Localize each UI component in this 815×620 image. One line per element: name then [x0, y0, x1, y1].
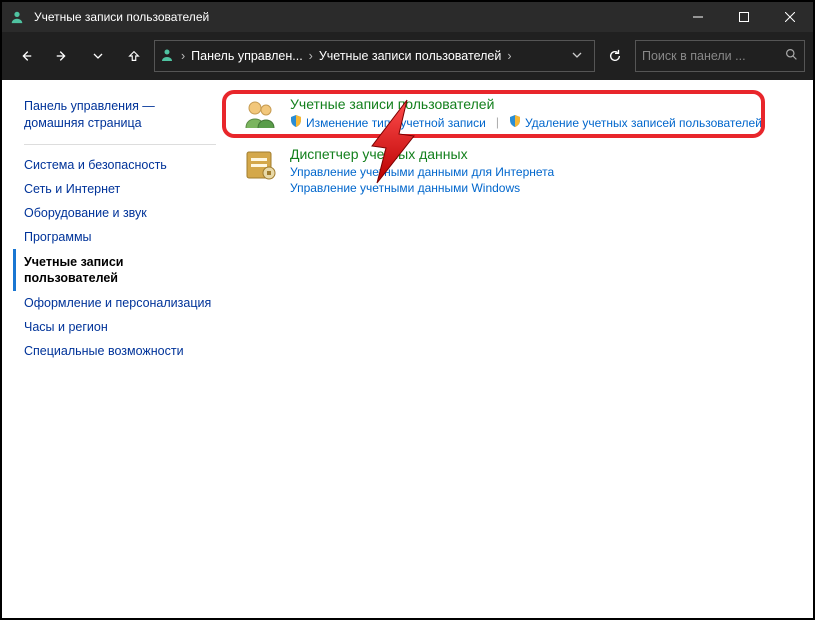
address-dropdown[interactable]	[564, 49, 590, 63]
recent-dropdown[interactable]	[82, 40, 114, 72]
breadcrumb-current[interactable]: Учетные записи пользователей	[319, 49, 502, 63]
control-panel-icon	[159, 47, 175, 66]
credential-manager-icon	[240, 146, 280, 195]
sidebar-item-appearance[interactable]: Оформление и персонализация	[24, 291, 216, 315]
chevron-right-icon: ›	[181, 49, 185, 63]
titlebar: Учетные записи пользователей	[2, 2, 813, 32]
link-label: Изменение типа учетной записи	[306, 116, 486, 130]
link-label: Удаление учетных записей пользователей	[525, 116, 762, 130]
search-placeholder: Поиск в панели ...	[642, 49, 746, 63]
link-web-credentials[interactable]: Управление учетными данными для Интернет…	[290, 165, 795, 179]
link-delete-accounts[interactable]: Удаление учетных записей пользователей	[509, 115, 762, 130]
search-input[interactable]: Поиск в панели ...	[635, 40, 805, 72]
main-panel: Учетные записи пользователей Изменение т…	[222, 80, 813, 618]
up-button[interactable]	[118, 40, 150, 72]
group-user-accounts: Учетные записи пользователей Изменение т…	[240, 96, 795, 132]
sidebar-separator	[24, 144, 216, 145]
breadcrumb-root[interactable]: Панель управлен...	[191, 49, 303, 63]
group-credential-manager: Диспетчер учетных данных Управление учет…	[240, 146, 795, 195]
link-change-account-type[interactable]: Изменение типа учетной записи	[290, 115, 486, 130]
link-windows-credentials[interactable]: Управление учетными данными Windows	[290, 181, 795, 195]
sidebar-item-accessibility[interactable]: Специальные возможности	[24, 339, 216, 363]
navbar: › Панель управлен... › Учетные записи по…	[2, 32, 813, 80]
back-button[interactable]	[10, 40, 42, 72]
content-area: Панель управления — домашняя страница Си…	[2, 80, 813, 618]
minimize-button[interactable]	[675, 2, 721, 32]
chevron-right-icon: ›	[309, 49, 313, 63]
sidebar: Панель управления — домашняя страница Си…	[2, 80, 222, 618]
sidebar-item-system-security[interactable]: Система и безопасность	[24, 153, 216, 177]
search-icon	[785, 48, 798, 64]
link-divider: |	[496, 115, 499, 130]
sidebar-item-hardware[interactable]: Оборудование и звук	[24, 201, 216, 225]
sidebar-item-programs[interactable]: Программы	[24, 225, 216, 249]
sidebar-item-user-accounts[interactable]: Учетные записи пользователей	[13, 249, 216, 292]
refresh-button[interactable]	[599, 40, 631, 72]
sidebar-item-clock-region[interactable]: Часы и регион	[24, 315, 216, 339]
close-button[interactable]	[767, 2, 813, 32]
group-title-credential-manager[interactable]: Диспетчер учетных данных	[290, 146, 795, 162]
forward-button[interactable]	[46, 40, 78, 72]
maximize-button[interactable]	[721, 2, 767, 32]
group-title-user-accounts[interactable]: Учетные записи пользователей	[290, 96, 795, 112]
window-title: Учетные записи пользователей	[32, 10, 675, 24]
link-label: Управление учетными данными Windows	[290, 181, 520, 195]
chevron-right-icon: ›	[507, 49, 511, 63]
shield-icon	[290, 115, 302, 130]
sidebar-item-network[interactable]: Сеть и Интернет	[24, 177, 216, 201]
address-bar[interactable]: › Панель управлен... › Учетные записи по…	[154, 40, 595, 72]
link-label: Управление учетными данными для Интернет…	[290, 165, 554, 179]
user-accounts-group-icon	[240, 96, 280, 132]
shield-icon	[509, 115, 521, 130]
sidebar-home-link[interactable]: Панель управления — домашняя страница	[24, 98, 216, 132]
user-accounts-icon	[2, 10, 32, 24]
